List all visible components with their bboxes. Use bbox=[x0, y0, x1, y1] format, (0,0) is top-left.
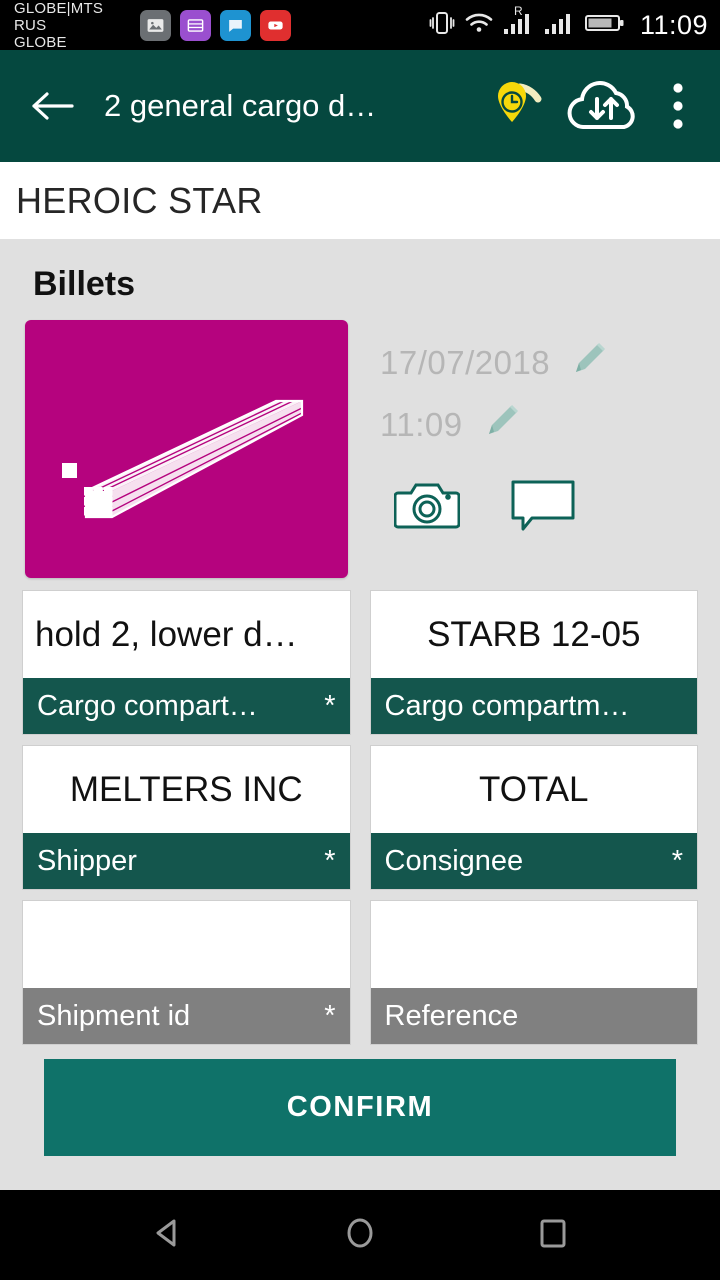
nav-recents-icon[interactable] bbox=[531, 1211, 575, 1260]
required-marker: * bbox=[324, 689, 336, 722]
field-label: Shipper * bbox=[23, 833, 350, 889]
nav-back-icon[interactable] bbox=[145, 1211, 189, 1260]
gallery-icon bbox=[140, 9, 171, 41]
cargo-date: 17/07/2018 bbox=[380, 344, 551, 381]
required-marker: * bbox=[324, 844, 336, 877]
field-value[interactable] bbox=[371, 901, 698, 988]
field-value[interactable]: STARB 12-05 bbox=[371, 591, 698, 678]
field-cargo-compartment-2[interactable]: STARB 12-05 Cargo compartm… bbox=[369, 590, 698, 735]
billets-bundle-icon bbox=[44, 339, 329, 559]
vessel-name: HEROIC STAR bbox=[16, 179, 263, 221]
field-label: Cargo compartm… bbox=[370, 678, 697, 734]
field-value[interactable]: hold 2, lower d… bbox=[23, 591, 350, 678]
nav-home-icon[interactable] bbox=[338, 1211, 382, 1260]
comment-icon[interactable] bbox=[510, 478, 576, 537]
field-shipper[interactable]: MELTERS INC Shipper * bbox=[22, 745, 351, 890]
overflow-menu-icon[interactable] bbox=[654, 67, 702, 145]
cloud-sync-icon[interactable] bbox=[558, 67, 648, 145]
required-marker: * bbox=[324, 999, 336, 1032]
field-label-text: Shipper bbox=[37, 844, 137, 877]
cargo-meta: 17/07/2018 11:09 bbox=[348, 320, 720, 578]
field-label: Cargo compart… * bbox=[23, 678, 350, 734]
field-value[interactable]: TOTAL bbox=[371, 746, 698, 833]
cargo-fields: hold 2, lower d… Cargo compart… * STARB … bbox=[0, 578, 720, 1156]
signal-icon bbox=[544, 10, 576, 41]
page-title: 2 general cargo d… bbox=[104, 88, 377, 123]
confirm-button[interactable]: CONFIRM bbox=[44, 1059, 676, 1156]
cargo-type-card[interactable] bbox=[25, 320, 348, 578]
battery-icon bbox=[584, 11, 625, 40]
field-cargo-compartment-1[interactable]: hold 2, lower d… Cargo compart… * bbox=[22, 590, 351, 735]
cargo-section-title: Billets bbox=[33, 265, 136, 303]
android-nav-bar bbox=[0, 1190, 720, 1280]
status-clock: 11:09 bbox=[639, 9, 708, 40]
carrier-label: GLOBE|MTS RUS GLOBE bbox=[14, 0, 104, 51]
vessel-header: HEROIC STAR bbox=[0, 162, 720, 239]
field-consignee[interactable]: TOTAL Consignee * bbox=[369, 745, 698, 890]
status-system-icons: R 11:09 bbox=[429, 4, 708, 42]
field-label-text: Consignee bbox=[384, 844, 524, 877]
app-bar-actions bbox=[474, 67, 702, 145]
field-value[interactable] bbox=[23, 901, 350, 988]
chat-icon bbox=[220, 9, 251, 41]
roaming-label: R bbox=[513, 3, 523, 18]
field-label: Shipment id * bbox=[23, 988, 350, 1044]
app-screen: GLOBE|MTS RUS GLOBE R 11:09 2 general ca… bbox=[0, 0, 720, 1280]
required-marker: * bbox=[671, 844, 683, 877]
pencil-icon[interactable] bbox=[481, 401, 525, 450]
youtube-icon bbox=[260, 9, 291, 41]
field-label: Reference bbox=[370, 988, 697, 1044]
status-notification-icons bbox=[140, 9, 291, 41]
field-label-text: Shipment id bbox=[37, 999, 191, 1032]
cargo-media-actions bbox=[380, 478, 720, 537]
wifi-icon bbox=[464, 10, 494, 41]
cargo-detail-content: Billets 17/07/2018 11:09 hold 2, lower d… bbox=[0, 239, 720, 1190]
field-shipment-id[interactable]: Shipment id * bbox=[22, 900, 351, 1045]
cargo-time-row: 11:09 bbox=[380, 394, 720, 456]
status-bar: GLOBE|MTS RUS GLOBE R 11:09 bbox=[0, 0, 720, 51]
vibrate-icon bbox=[429, 9, 455, 42]
field-label: Consignee * bbox=[370, 833, 697, 889]
field-row: MELTERS INC Shipper * TOTAL Consignee * bbox=[22, 745, 698, 890]
app-bar: 2 general cargo d… bbox=[0, 50, 720, 162]
field-row: Shipment id * Reference bbox=[22, 900, 698, 1045]
gps-pin-clock-icon[interactable] bbox=[474, 67, 552, 145]
field-row: hold 2, lower d… Cargo compart… * STARB … bbox=[22, 590, 698, 735]
cargo-date-row: 17/07/2018 bbox=[380, 332, 720, 394]
field-label-text: Cargo compart… bbox=[37, 689, 258, 722]
pencil-icon[interactable] bbox=[568, 339, 612, 388]
field-label-text: Reference bbox=[384, 999, 519, 1032]
keyboard-icon bbox=[180, 9, 211, 41]
field-reference[interactable]: Reference bbox=[369, 900, 698, 1045]
signal-roaming-icon: R bbox=[503, 4, 535, 41]
field-value[interactable]: MELTERS INC bbox=[23, 746, 350, 833]
field-label-text: Cargo compartm… bbox=[384, 689, 630, 722]
cargo-time: 11:09 bbox=[380, 406, 463, 443]
back-arrow-icon[interactable] bbox=[30, 89, 74, 123]
camera-icon[interactable] bbox=[393, 478, 461, 537]
cargo-hero: 17/07/2018 11:09 bbox=[0, 304, 720, 578]
